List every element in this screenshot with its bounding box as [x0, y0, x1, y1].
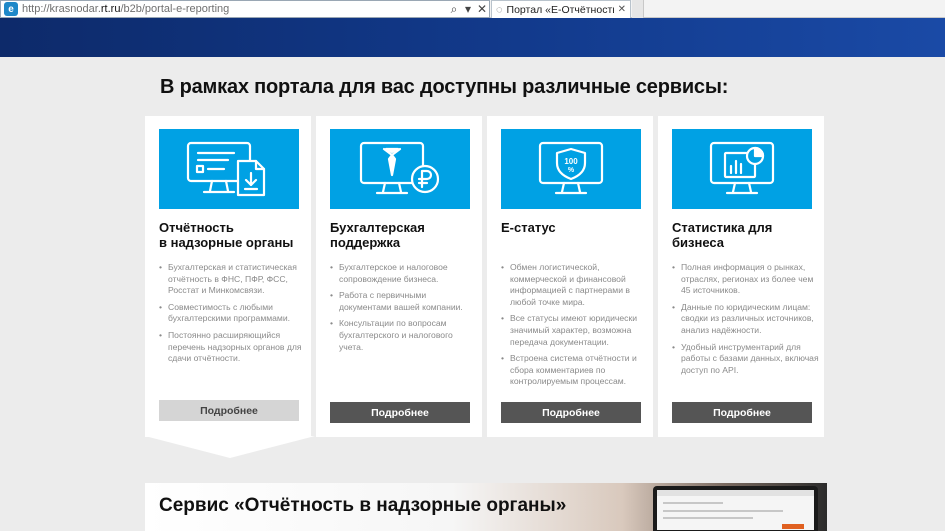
- feature-item: Обмен логистической, коммерческой и фина…: [501, 262, 649, 308]
- search-icon[interactable]: ⌕: [447, 1, 461, 17]
- more-button-statistics[interactable]: Подробнее: [672, 402, 812, 423]
- url-path: /b2b/portal-e-reporting: [120, 3, 230, 15]
- feature-item: Совместимость с любыми бухгалтерскими пр…: [159, 302, 307, 325]
- service-banner: [330, 129, 470, 209]
- feature-item: Бухгалтерская и статистическая отчётност…: [159, 262, 307, 297]
- browser-tab[interactable]: ◌ Портал «Е-Отчётность» - ... ✕: [491, 0, 631, 18]
- dropdown-icon[interactable]: ▾: [461, 1, 475, 17]
- service-banner: 100 %: [501, 129, 641, 209]
- service-features: Обмен логистической, коммерческой и фина…: [501, 262, 649, 393]
- tab-close-icon[interactable]: ✕: [618, 4, 626, 15]
- site-header-bar: [0, 18, 945, 57]
- screen-topbar: [657, 490, 814, 496]
- shield-percent-text: 100: [564, 157, 578, 166]
- feature-item: Консультации по вопросам бухгалтерского …: [330, 318, 478, 353]
- service-card-e-status: 100 % Е-статус Обмен логистической, комм…: [487, 116, 653, 437]
- shield-percent-sign: %: [568, 167, 575, 174]
- more-button-e-status[interactable]: Подробнее: [501, 402, 641, 423]
- service-banner: [672, 129, 812, 209]
- laptop-illustration: [653, 486, 818, 531]
- screen-line: [663, 517, 753, 519]
- site-favicon-icon: e: [4, 2, 18, 16]
- service-banner: [159, 129, 299, 209]
- service-features: Полная информация о рынках, отраслях, ре…: [672, 262, 820, 381]
- more-button-accounting[interactable]: Подробнее: [330, 402, 470, 423]
- service-title: Бухгалтерская поддержка: [330, 220, 425, 250]
- service-card-statistics: Статистика длябизнеса Полная информация …: [658, 116, 824, 437]
- feature-item: Данные по юридическим лицам: сводки из р…: [672, 302, 820, 337]
- service-title: Отчётность в надзорные органы: [159, 220, 294, 250]
- feature-item: Работа с первичными документами вашей ко…: [330, 290, 478, 313]
- service-card-reporting: Отчётностьв надзорные органы Бухгалтерск…: [145, 116, 311, 437]
- service-title: Статистика для бизнеса: [672, 220, 773, 250]
- address-bar[interactable]: e http://krasnodar.rt.ru/b2b/portal-e-re…: [0, 0, 490, 18]
- new-tab-button[interactable]: [632, 0, 644, 18]
- monitor-document-icon: [186, 141, 266, 197]
- monitor-shield-100-icon: 100 %: [538, 141, 604, 195]
- screen-line: [663, 502, 723, 504]
- url-prefix: http://krasnodar.: [22, 3, 101, 15]
- service-features: Бухгалтерская и статистическая отчётност…: [159, 262, 307, 370]
- screen-line: [663, 510, 783, 512]
- page-heading: В рамках портала для вас доступны различ…: [160, 76, 729, 98]
- tab-title: Портал «Е-Отчётность» - ...: [506, 3, 614, 16]
- address-url[interactable]: http://krasnodar.rt.ru/b2b/portal-e-repo…: [22, 3, 447, 15]
- promo-title: Сервис «Отчётность в надзорные органы»: [159, 495, 567, 516]
- feature-item: Встроена система отчётности и сбора комм…: [501, 353, 649, 388]
- feature-item: Бухгалтерское и налоговое сопровождение …: [330, 262, 478, 285]
- browser-chrome: e http://krasnodar.rt.ru/b2b/portal-e-re…: [0, 0, 945, 18]
- feature-item: Удобный инструментарий для работы с база…: [672, 342, 820, 377]
- feature-item: Все статусы имеют юридически значимый ха…: [501, 313, 649, 348]
- screen-button: [782, 524, 804, 529]
- stop-icon[interactable]: ✕: [475, 1, 489, 17]
- service-features: Бухгалтерское и налоговое сопровождение …: [330, 262, 478, 358]
- service-title: Е-статус: [501, 220, 556, 235]
- monitor-accountant-ruble-icon: [359, 141, 440, 195]
- url-domain: rt.ru: [100, 3, 121, 15]
- feature-item: Полная информация о рынках, отраслях, ре…: [672, 262, 820, 297]
- promo-banner: Сервис «Отчётность в надзорные органы»: [145, 483, 827, 531]
- laptop-screen: [657, 490, 814, 530]
- active-card-pointer: [145, 436, 315, 458]
- feature-item: Постоянно расширяющийся перечень надзорн…: [159, 330, 307, 365]
- service-card-accounting: Бухгалтерскаяподдержка Бухгалтерское и н…: [316, 116, 482, 437]
- monitor-statistics-icon: [709, 141, 775, 195]
- loading-spinner-icon: ◌: [496, 3, 503, 16]
- more-button-reporting[interactable]: Подробнее: [159, 400, 299, 421]
